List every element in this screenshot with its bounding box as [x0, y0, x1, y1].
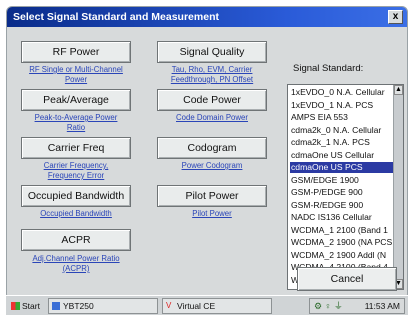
pilot-power-button[interactable]: Pilot Power [157, 185, 267, 207]
signal-standard-item[interactable]: WCDMA_2 1900 (NA PCS [290, 237, 394, 248]
signal-standard-item[interactable]: AMPS EIA 553 [290, 112, 394, 123]
scroll-up-icon[interactable]: ▲ [394, 85, 403, 95]
code-power-button[interactable]: Code Power [157, 89, 267, 111]
signal-standard-item[interactable]: cdma2k_1 N.A. PCS [290, 137, 394, 148]
start-button[interactable]: Start [8, 298, 48, 314]
task-virtual-ce[interactable]: V Virtual CE [162, 298, 272, 314]
occupied-bandwidth-button[interactable]: Occupied Bandwidth [21, 185, 131, 207]
clock: 11:53 AM [364, 301, 400, 311]
signal-standard-item[interactable]: 1xEVDO_0 N.A. Cellular [290, 87, 394, 98]
tray-icons[interactable]: ⚙ ♀ ⏚ [314, 299, 343, 313]
signal-standard-item[interactable]: GSM/EDGE 1900 [290, 175, 394, 186]
signal-standard-item[interactable]: GSM-P/EDGE 900 [290, 187, 394, 198]
carrier-freq-description[interactable]: Carrier Frequency, Frequency Error [13, 161, 139, 181]
dialog-content: RF Power RF Single or Multi-Channel Power… [7, 27, 407, 291]
pilot-power-description[interactable]: Pilot Power [147, 209, 277, 219]
dialog-window: Select Signal Standard and Measurement x… [6, 6, 408, 300]
signal-quality-description[interactable]: Tau, Rho, EVM, Carrier Feedthrough, PN Of… [147, 65, 277, 85]
list-scrollbar[interactable]: ▲ ▼ [393, 85, 403, 289]
codogram-button[interactable]: Codogram [157, 137, 267, 159]
task-label: YBT250 [63, 301, 94, 311]
start-label: Start [22, 301, 40, 311]
signal-standard-item[interactable]: cdmaOne US Cellular [290, 150, 394, 161]
signal-standard-item[interactable]: 1xEVDO_1 N.A. PCS [290, 100, 394, 111]
windows-flag-icon [11, 302, 20, 310]
title-bar: Select Signal Standard and Measurement x [7, 7, 407, 27]
system-tray: ⚙ ♀ ⏚ 11:53 AM [309, 298, 405, 314]
task-ybt250[interactable]: YBT250 [48, 298, 158, 314]
occupied-bandwidth-description[interactable]: Occupied Bandwidth [13, 209, 139, 219]
signal-standard-item[interactable]: NADC IS136 Cellular [290, 212, 394, 223]
rf-power-button[interactable]: RF Power [21, 41, 131, 63]
dialog-title: Select Signal Standard and Measurement [13, 11, 219, 23]
virtual-ce-icon: V [166, 301, 172, 310]
signal-quality-button[interactable]: Signal Quality [157, 41, 267, 63]
app-icon [52, 302, 60, 310]
rf-power-description[interactable]: RF Single or Multi-Channel Power [13, 65, 139, 85]
signal-standard-item[interactable]: WCDMA_2 1900 Addl (N [290, 250, 394, 261]
signal-standard-label: Signal Standard: [293, 63, 364, 74]
close-button[interactable]: x [388, 10, 403, 24]
code-power-description[interactable]: Code Domain Power [147, 113, 277, 123]
codogram-description[interactable]: Power Codogram [147, 161, 277, 171]
acpr-description[interactable]: Adj.Channel Power Ratio (ACPR) [13, 254, 139, 274]
acpr-button[interactable]: ACPR [21, 229, 131, 251]
signal-standard-item[interactable]: GSM-R/EDGE 900 [290, 200, 394, 211]
signal-standard-item[interactable]: cdmaOne US PCS [290, 162, 394, 173]
taskbar: Start YBT250 V Virtual CE ⚙ ♀ ⏚ 11:53 AM [6, 295, 408, 315]
cancel-button[interactable]: Cancel [297, 267, 397, 291]
carrier-freq-button[interactable]: Carrier Freq [21, 137, 131, 159]
signal-standard-item[interactable]: cdma2k_0 N.A. Cellular [290, 125, 394, 136]
peak-average-description[interactable]: Peak-to-Average Power Ratio [13, 113, 139, 133]
peak-average-button[interactable]: Peak/Average [21, 89, 131, 111]
signal-standard-item[interactable]: WCDMA_1 2100 (Band 1 [290, 225, 394, 236]
task-label: Virtual CE [177, 301, 216, 311]
signal-standard-list[interactable]: 1xEVDO_0 N.A. Cellular 1xEVDO_1 N.A. PCS A… [287, 84, 404, 290]
